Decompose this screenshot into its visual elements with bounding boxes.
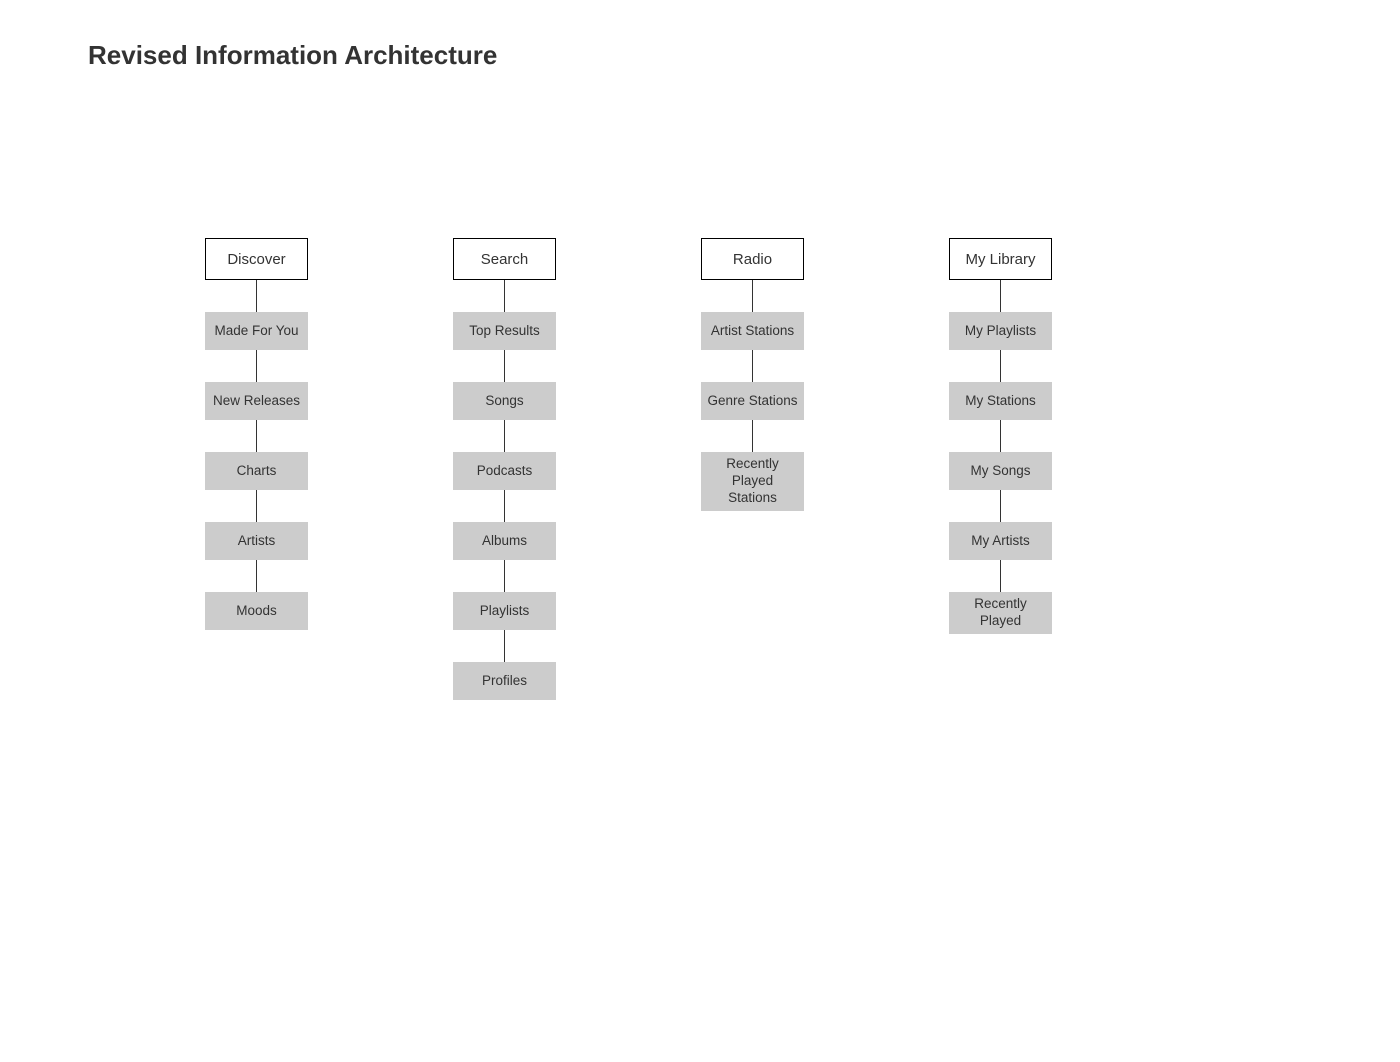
connector (1000, 420, 1001, 452)
header-box-discover: Discover (205, 238, 308, 280)
header-box-search: Search (453, 238, 556, 280)
header-box-my-library: My Library (949, 238, 1052, 280)
diagram-columns: Discover Made For You New Releases Chart… (0, 238, 1400, 700)
connector (504, 420, 505, 452)
column-search: Search Top Results Songs Podcasts Albums… (453, 238, 556, 700)
child-box: Top Results (453, 312, 556, 350)
connector (504, 280, 505, 312)
child-box: My Playlists (949, 312, 1052, 350)
column-my-library: My Library My Playlists My Stations My S… (949, 238, 1052, 700)
child-box: Moods (205, 592, 308, 630)
connector (752, 280, 753, 312)
connector (1000, 350, 1001, 382)
child-box: My Songs (949, 452, 1052, 490)
header-box-radio: Radio (701, 238, 804, 280)
child-box: Made For You (205, 312, 308, 350)
connector (752, 420, 753, 452)
child-box: Albums (453, 522, 556, 560)
column-radio: Radio Artist Stations Genre Stations Rec… (701, 238, 804, 700)
connector (256, 280, 257, 312)
child-box: My Artists (949, 522, 1052, 560)
connector (1000, 490, 1001, 522)
child-box: My Stations (949, 382, 1052, 420)
child-box: Charts (205, 452, 308, 490)
child-box: Artist Stations (701, 312, 804, 350)
child-box: Songs (453, 382, 556, 420)
connector (504, 630, 505, 662)
page-title: Revised Information Architecture (88, 40, 497, 71)
connector (256, 420, 257, 452)
connector (504, 350, 505, 382)
connector (256, 560, 257, 592)
column-discover: Discover Made For You New Releases Chart… (205, 238, 308, 700)
child-box: Recently Played Stations (701, 452, 804, 511)
connector (504, 490, 505, 522)
connector (752, 350, 753, 382)
child-box: Podcasts (453, 452, 556, 490)
child-box: Artists (205, 522, 308, 560)
connector (256, 490, 257, 522)
connector (1000, 560, 1001, 592)
child-box: Profiles (453, 662, 556, 700)
child-box: New Releases (205, 382, 308, 420)
connector (1000, 280, 1001, 312)
connector (256, 350, 257, 382)
child-box: Genre Stations (701, 382, 804, 420)
child-box: Recently Played (949, 592, 1052, 634)
child-box: Playlists (453, 592, 556, 630)
connector (504, 560, 505, 592)
